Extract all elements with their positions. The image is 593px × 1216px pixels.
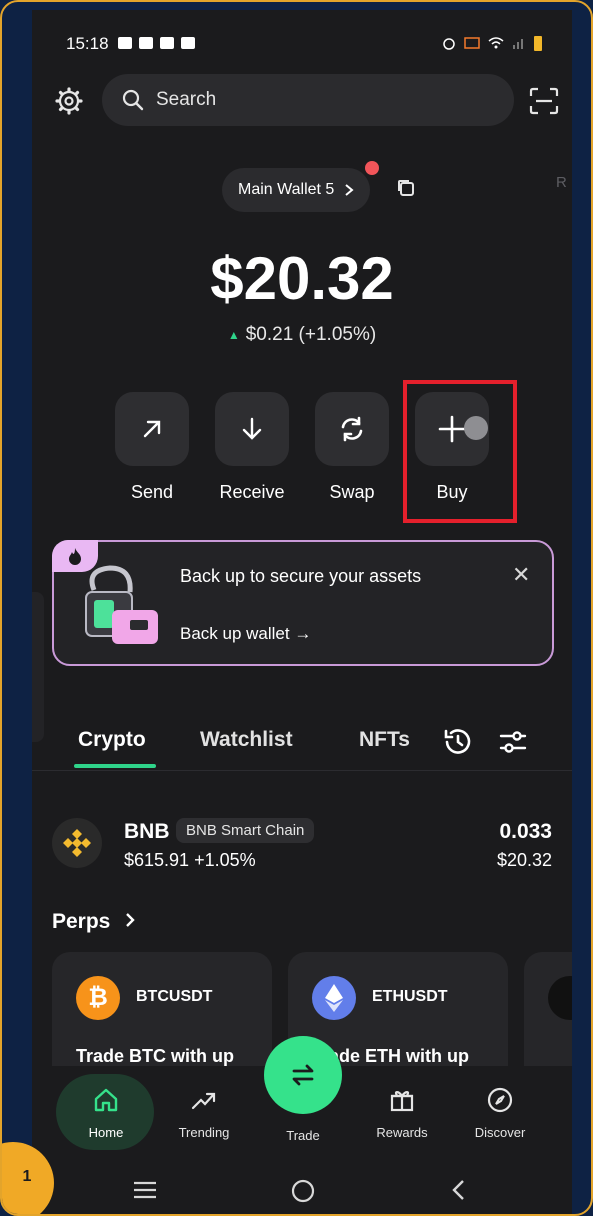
gift-icon	[390, 1091, 414, 1112]
perp-description: Trade BTC with up	[76, 1046, 235, 1066]
search-icon	[122, 89, 144, 111]
home-circle-icon[interactable]	[290, 1178, 316, 1204]
compass-icon	[487, 1087, 513, 1113]
recent-apps-icon[interactable]	[132, 1180, 158, 1200]
swap-icon	[341, 416, 363, 442]
nav-trade[interactable]: Trade	[255, 1074, 351, 1152]
back-icon[interactable]	[450, 1178, 468, 1202]
arrow-up-right-icon	[143, 420, 161, 438]
asset-price-change: +1.05%	[194, 850, 256, 870]
balance-change-value: $0.21 (+1.05%)	[245, 324, 377, 345]
nav-label: Discover	[474, 1125, 526, 1140]
perp-ticker: ETHUSDT	[372, 988, 448, 1005]
up-triangle-icon: ▲	[227, 327, 240, 342]
backup-banner[interactable]: Back up to secure your assets Back up wa…	[52, 540, 554, 666]
side-panel-edge	[32, 592, 44, 742]
buy-highlight-box	[403, 380, 517, 523]
nav-home[interactable]: Home	[58, 1074, 154, 1152]
app-screen: 15:18 Search Main Wallet 5 R $20.32 ▲ $0…	[32, 10, 572, 1214]
nav-label: Home	[88, 1125, 124, 1140]
nav-discover[interactable]: Discover	[452, 1074, 548, 1152]
arrow-down-icon	[242, 417, 262, 440]
nav-rewards[interactable]: Rewards	[354, 1074, 450, 1152]
alarm-icon	[443, 38, 455, 50]
send-label: Send	[130, 482, 174, 502]
asset-symbol: BNB	[124, 820, 170, 843]
perps-header[interactable]: Perps	[52, 910, 136, 934]
status-time: 15:18	[66, 34, 109, 53]
signal-icon	[513, 39, 523, 49]
asset-price-value: $615.91	[124, 850, 190, 870]
chevron-right-icon	[126, 913, 135, 927]
next-wallet-peek: R	[556, 174, 567, 191]
chain-badge: BNB Smart Chain	[176, 818, 315, 843]
history-icon[interactable]	[442, 726, 474, 758]
step-number: 1	[22, 1168, 32, 1185]
home-icon	[94, 1088, 118, 1112]
perp-ticker: BTCUSDT	[136, 988, 213, 1005]
swap-button[interactable]: Swap	[314, 392, 390, 503]
tab-nfts[interactable]: NFTs	[359, 728, 410, 752]
search-input[interactable]: Search	[102, 74, 514, 126]
nav-trending[interactable]: Trending	[156, 1074, 252, 1152]
copy-icon[interactable]	[396, 178, 416, 198]
backup-illustration	[85, 565, 158, 644]
wallet-name: Main Wallet 5	[238, 181, 335, 198]
gear-icon[interactable]	[54, 86, 84, 116]
cast-icon	[464, 37, 480, 49]
nav-label: Trade	[286, 1128, 320, 1143]
backup-wallet-link[interactable]: Back up wallet →	[180, 624, 311, 644]
close-icon[interactable]: ✕	[512, 562, 530, 588]
asset-amount: 0.033	[499, 820, 552, 843]
trending-icon	[191, 1092, 216, 1110]
filter-icon[interactable]	[498, 728, 528, 756]
asset-value: $20.32	[496, 850, 552, 870]
notification-dot	[365, 161, 379, 175]
active-tab-indicator	[74, 764, 156, 768]
backup-title: Back up to secure your assets	[180, 566, 422, 586]
receive-button[interactable]: Receive	[214, 392, 290, 503]
ethereum-icon	[312, 976, 356, 1020]
wifi-icon	[488, 37, 504, 49]
asset-price: $615.91 +1.05%	[124, 850, 256, 871]
tab-crypto[interactable]: Crypto	[78, 728, 146, 752]
nav-label: Trending	[178, 1125, 230, 1140]
scan-icon[interactable]	[529, 87, 559, 115]
search-placeholder: Search	[156, 89, 217, 110]
phone-frame: 15:18 Search Main Wallet 5 R $20.32 ▲ $0…	[0, 0, 593, 1216]
balance-change: ▲ $0.21 (+1.05%)	[32, 324, 572, 346]
perps-title: Perps	[52, 910, 111, 933]
wallet-balance: $20.32	[210, 245, 394, 312]
notification-icons	[118, 37, 195, 49]
battery-icon	[534, 36, 542, 51]
bnb-icon	[52, 818, 102, 868]
chevron-right-icon	[345, 184, 354, 196]
solana-icon	[548, 976, 572, 1020]
nav-label: Rewards	[376, 1125, 428, 1140]
wallet-selector[interactable]: Main Wallet 5	[222, 168, 371, 212]
send-button[interactable]: Send	[114, 392, 190, 503]
swap-label: Swap	[329, 482, 375, 502]
bitcoin-icon: ₿	[76, 976, 120, 1020]
tab-watchlist[interactable]: Watchlist	[200, 728, 293, 752]
receive-label: Receive	[219, 482, 285, 502]
tabs-divider	[32, 770, 572, 771]
system-status-icons	[442, 35, 542, 51]
status-bar: 15:18	[32, 10, 572, 70]
